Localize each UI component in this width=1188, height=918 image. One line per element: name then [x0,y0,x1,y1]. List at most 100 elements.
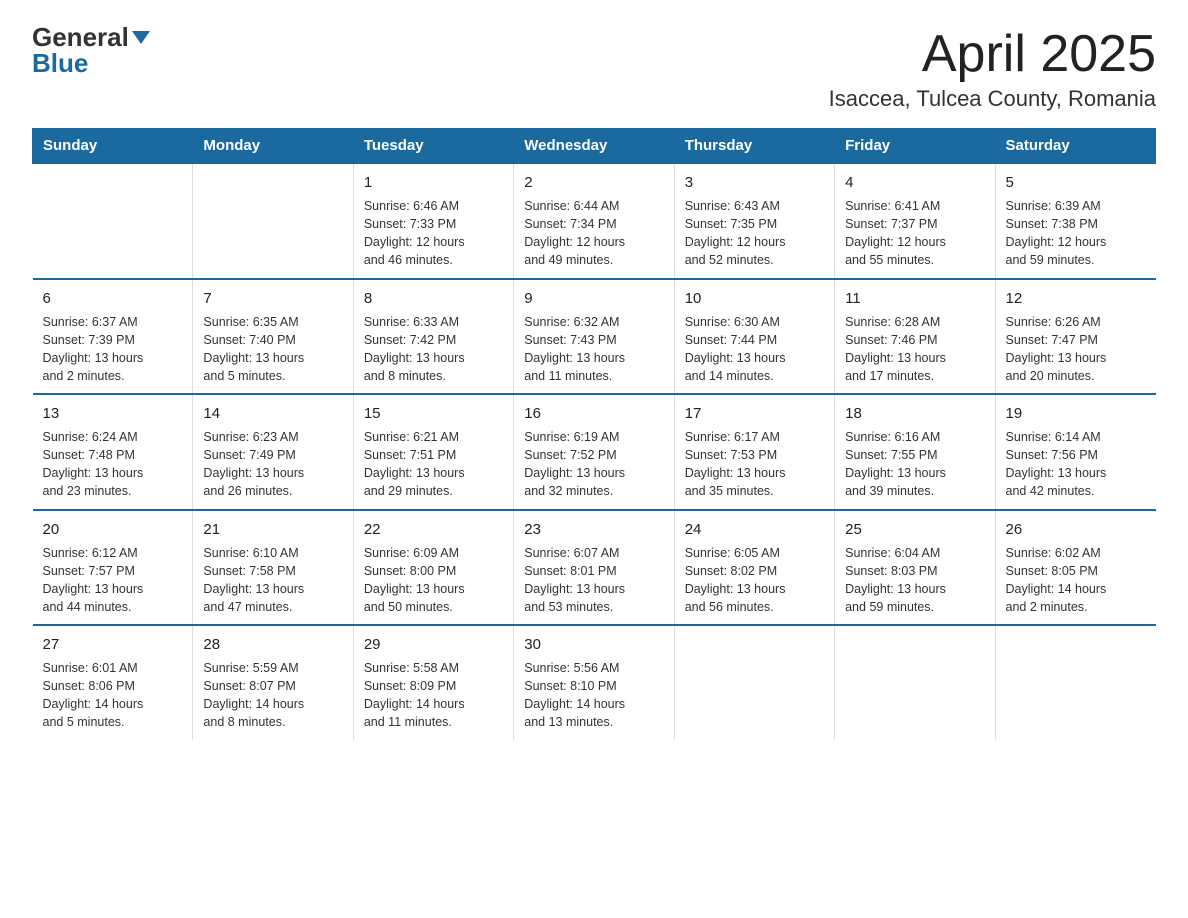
calendar-day-30: 30Sunrise: 5:56 AM Sunset: 8:10 PM Dayli… [514,625,674,740]
day-info: Sunrise: 6:02 AM Sunset: 8:05 PM Dayligh… [1006,544,1146,617]
calendar-empty-cell [193,163,353,279]
calendar-day-2: 2 Sunrise: 6:44 AM Sunset: 7:34 PM Daylig… [514,163,674,279]
day-number: 3 [685,172,824,193]
day-info: Sunrise: 6:21 AM Sunset: 7:51 PM Dayligh… [364,428,503,501]
column-header-tuesday: Tuesday [353,129,513,164]
location-subtitle: Isaccea, Tulcea County, Romania [829,86,1156,112]
calendar-day-3: 3 Sunrise: 6:43 AM Sunset: 7:35 PM Daylig… [674,163,834,279]
calendar-day-15: 15 Sunrise: 6:21 AM Sunset: 7:51 PM Dayli… [353,394,513,510]
day-number: 7 [203,288,342,309]
day-info: Sunrise: 6:04 AM Sunset: 8:03 PM Dayligh… [845,544,984,617]
day-number: 17 [685,403,824,424]
day-number: 6 [43,288,183,309]
day-info: Sunrise: 6:43 AM Sunset: 7:35 PM Dayligh… [685,197,824,270]
calendar-day-12: 12Sunrise: 6:26 AM Sunset: 7:47 PM Dayli… [995,279,1155,395]
column-header-saturday: Saturday [995,129,1155,164]
calendar-day-9: 9Sunrise: 6:32 AM Sunset: 7:43 PM Daylig… [514,279,674,395]
logo-general: General [32,24,150,50]
calendar-day-20: 20Sunrise: 6:12 AM Sunset: 7:57 PM Dayli… [33,510,193,626]
day-number: 18 [845,403,984,424]
day-info: Sunrise: 6:17 AM Sunset: 7:53 PM Dayligh… [685,428,824,501]
column-header-friday: Friday [835,129,995,164]
logo-arrow-icon [132,31,150,44]
day-info: Sunrise: 6:46 AM Sunset: 7:33 PM Dayligh… [364,197,503,270]
day-info: Sunrise: 6:28 AM Sunset: 7:46 PM Dayligh… [845,313,984,386]
calendar-day-23: 23 Sunrise: 6:07 AM Sunset: 8:01 PM Dayli… [514,510,674,626]
day-info: Sunrise: 6:14 AM Sunset: 7:56 PM Dayligh… [1006,428,1146,501]
day-info: Sunrise: 6:19 AM Sunset: 7:52 PM Dayligh… [524,428,663,501]
calendar-day-21: 21 Sunrise: 6:10 AM Sunset: 7:58 PM Dayli… [193,510,353,626]
day-number: 21 [203,519,342,540]
day-number: 15 [364,403,503,424]
day-number: 25 [845,519,984,540]
day-info: Sunrise: 6:12 AM Sunset: 7:57 PM Dayligh… [43,544,183,617]
day-number: 27 [43,634,183,655]
day-number: 13 [43,403,183,424]
calendar-day-26: 26 Sunrise: 6:02 AM Sunset: 8:05 PM Dayli… [995,510,1155,626]
day-number: 2 [524,172,663,193]
day-info: Sunrise: 6:01 AM Sunset: 8:06 PM Dayligh… [43,659,183,732]
day-info: Sunrise: 6:30 AM Sunset: 7:44 PM Dayligh… [685,313,824,386]
day-number: 10 [685,288,824,309]
calendar-day-18: 18 Sunrise: 6:16 AM Sunset: 7:55 PM Dayli… [835,394,995,510]
day-info: Sunrise: 6:26 AM Sunset: 7:47 PM Dayligh… [1006,313,1146,386]
column-header-monday: Monday [193,129,353,164]
calendar-day-17: 17 Sunrise: 6:17 AM Sunset: 7:53 PM Dayli… [674,394,834,510]
calendar-day-22: 22Sunrise: 6:09 AM Sunset: 8:00 PM Dayli… [353,510,513,626]
calendar-day-24: 24 Sunrise: 6:05 AM Sunset: 8:02 PM Dayli… [674,510,834,626]
day-info: Sunrise: 6:07 AM Sunset: 8:01 PM Dayligh… [524,544,663,617]
day-number: 19 [1006,403,1146,424]
day-number: 14 [203,403,342,424]
day-number: 29 [364,634,503,655]
calendar-day-28: 28Sunrise: 5:59 AM Sunset: 8:07 PM Dayli… [193,625,353,740]
calendar-table: SundayMondayTuesdayWednesdayThursdayFrid… [32,128,1156,740]
logo: General Blue [32,24,150,76]
day-info: Sunrise: 5:56 AM Sunset: 8:10 PM Dayligh… [524,659,663,732]
day-number: 22 [364,519,503,540]
column-header-sunday: Sunday [33,129,193,164]
month-year-title: April 2025 [829,24,1156,84]
calendar-week-row: 1 Sunrise: 6:46 AM Sunset: 7:33 PM Daylig… [33,163,1156,279]
day-number: 8 [364,288,503,309]
logo-blue: Blue [32,50,88,76]
calendar-empty-cell [995,625,1155,740]
title-area: April 2025 Isaccea, Tulcea County, Roman… [829,24,1156,112]
day-info: Sunrise: 6:05 AM Sunset: 8:02 PM Dayligh… [685,544,824,617]
day-info: Sunrise: 6:24 AM Sunset: 7:48 PM Dayligh… [43,428,183,501]
day-info: Sunrise: 6:10 AM Sunset: 7:58 PM Dayligh… [203,544,342,617]
calendar-day-4: 4Sunrise: 6:41 AM Sunset: 7:37 PM Daylig… [835,163,995,279]
calendar-empty-cell [33,163,193,279]
day-info: Sunrise: 6:23 AM Sunset: 7:49 PM Dayligh… [203,428,342,501]
day-info: Sunrise: 6:44 AM Sunset: 7:34 PM Dayligh… [524,197,663,270]
calendar-day-7: 7 Sunrise: 6:35 AM Sunset: 7:40 PM Daylig… [193,279,353,395]
day-number: 11 [845,288,984,309]
calendar-empty-cell [674,625,834,740]
calendar-week-row: 13 Sunrise: 6:24 AM Sunset: 7:48 PM Dayli… [33,394,1156,510]
calendar-day-27: 27 Sunrise: 6:01 AM Sunset: 8:06 PM Dayli… [33,625,193,740]
calendar-week-row: 6 Sunrise: 6:37 AM Sunset: 7:39 PM Daylig… [33,279,1156,395]
day-info: Sunrise: 6:16 AM Sunset: 7:55 PM Dayligh… [845,428,984,501]
calendar-day-19: 19 Sunrise: 6:14 AM Sunset: 7:56 PM Dayli… [995,394,1155,510]
day-info: Sunrise: 5:58 AM Sunset: 8:09 PM Dayligh… [364,659,503,732]
day-info: Sunrise: 6:39 AM Sunset: 7:38 PM Dayligh… [1006,197,1146,270]
calendar-day-5: 5 Sunrise: 6:39 AM Sunset: 7:38 PM Daylig… [995,163,1155,279]
column-header-wednesday: Wednesday [514,129,674,164]
day-number: 1 [364,172,503,193]
day-number: 23 [524,519,663,540]
day-number: 24 [685,519,824,540]
page-header: General Blue April 2025 Isaccea, Tulcea … [32,24,1156,112]
day-number: 5 [1006,172,1146,193]
day-number: 26 [1006,519,1146,540]
calendar-header-row: SundayMondayTuesdayWednesdayThursdayFrid… [33,129,1156,164]
day-info: Sunrise: 6:37 AM Sunset: 7:39 PM Dayligh… [43,313,183,386]
day-number: 4 [845,172,984,193]
calendar-day-13: 13 Sunrise: 6:24 AM Sunset: 7:48 PM Dayli… [33,394,193,510]
calendar-day-1: 1 Sunrise: 6:46 AM Sunset: 7:33 PM Daylig… [353,163,513,279]
calendar-day-8: 8Sunrise: 6:33 AM Sunset: 7:42 PM Daylig… [353,279,513,395]
calendar-day-6: 6 Sunrise: 6:37 AM Sunset: 7:39 PM Daylig… [33,279,193,395]
day-info: Sunrise: 6:35 AM Sunset: 7:40 PM Dayligh… [203,313,342,386]
calendar-day-25: 25 Sunrise: 6:04 AM Sunset: 8:03 PM Dayli… [835,510,995,626]
calendar-week-row: 20Sunrise: 6:12 AM Sunset: 7:57 PM Dayli… [33,510,1156,626]
day-number: 9 [524,288,663,309]
calendar-week-row: 27 Sunrise: 6:01 AM Sunset: 8:06 PM Dayli… [33,625,1156,740]
